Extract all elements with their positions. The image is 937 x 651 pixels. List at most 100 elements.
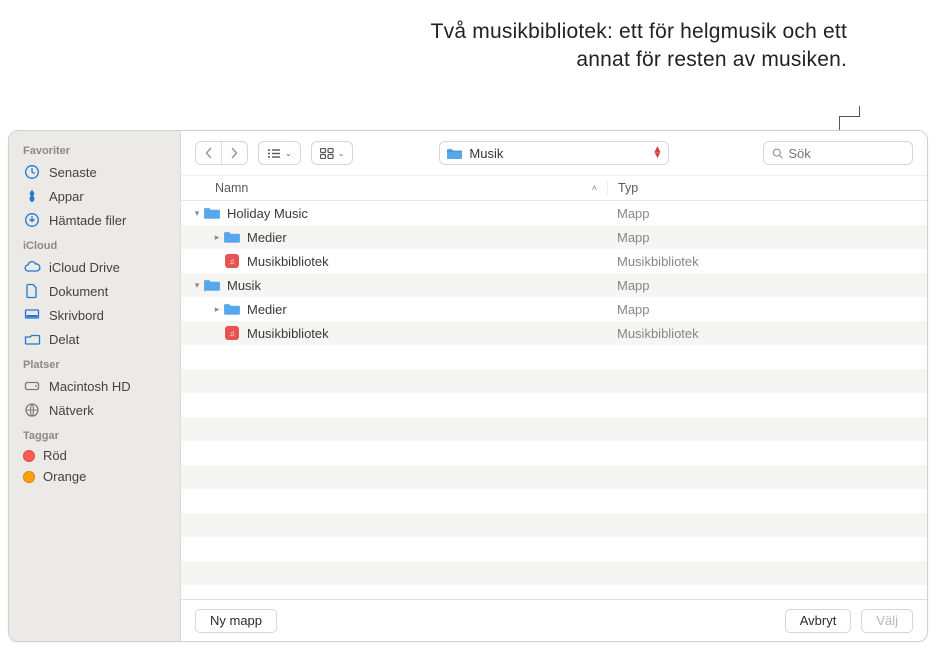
table-row[interactable]: ▸ Medier Mapp bbox=[181, 225, 927, 249]
file-name: Medier bbox=[247, 230, 287, 245]
search-box[interactable] bbox=[763, 141, 913, 165]
new-folder-button[interactable]: Ny mapp bbox=[195, 609, 277, 633]
column-header-name[interactable]: Namn ˄ bbox=[215, 181, 607, 195]
sidebar-item-skrivbord[interactable]: Skrivbord bbox=[9, 303, 180, 327]
finder-dialog: Favoriter Senaste Appar Hämtade filer iC… bbox=[8, 130, 928, 642]
column-header-type-label: Typ bbox=[618, 181, 638, 195]
dialog-footer: Ny mapp Avbryt Välj bbox=[181, 599, 927, 641]
search-input[interactable] bbox=[788, 146, 904, 161]
file-type: Musikbibliotek bbox=[607, 326, 927, 341]
sidebar-item-appar[interactable]: Appar bbox=[9, 184, 180, 208]
sidebar-item-macintosh-hd[interactable]: Macintosh HD bbox=[9, 374, 180, 398]
forward-button[interactable] bbox=[221, 142, 247, 164]
sidebar-item-tag-orange[interactable]: Orange bbox=[9, 466, 180, 487]
sidebar-item-label: Röd bbox=[43, 448, 67, 463]
sidebar-item-label: Hämtade filer bbox=[49, 213, 126, 228]
file-type: Musikbibliotek bbox=[607, 254, 927, 269]
sidebar-item-label: Macintosh HD bbox=[49, 379, 131, 394]
sidebar-item-natverk[interactable]: Nätverk bbox=[9, 398, 180, 422]
path-dropdown[interactable]: Musik ▲▼ bbox=[439, 141, 669, 165]
chevron-down-icon: ⌄ bbox=[285, 149, 292, 158]
table-row bbox=[181, 585, 927, 599]
cancel-button[interactable]: Avbryt bbox=[785, 609, 852, 633]
file-name: Holiday Music bbox=[227, 206, 308, 221]
sort-ascending-icon: ˄ bbox=[592, 183, 597, 193]
sidebar-section-platser: Platser bbox=[9, 351, 180, 374]
toolbar: ⌄ ⌄ Musik ▲▼ bbox=[181, 131, 927, 175]
tag-dot-red-icon bbox=[23, 450, 35, 462]
desktop-icon bbox=[23, 306, 41, 324]
sidebar-item-label: Orange bbox=[43, 469, 86, 484]
sidebar-section-icloud: iCloud bbox=[9, 232, 180, 255]
list-icon bbox=[267, 148, 281, 159]
table-row[interactable]: Musikbibliotek Musikbibliotek bbox=[181, 249, 927, 273]
chevron-left-icon bbox=[204, 147, 213, 159]
sidebar-item-label: Nätverk bbox=[49, 403, 94, 418]
stepper-icon: ▲▼ bbox=[653, 147, 663, 159]
column-header-row: Namn ˄ Typ bbox=[181, 175, 927, 201]
table-row bbox=[181, 465, 927, 489]
doc-icon bbox=[23, 282, 41, 300]
file-type: Mapp bbox=[607, 278, 927, 293]
folder-icon bbox=[223, 301, 241, 317]
sidebar-item-label: Appar bbox=[49, 189, 84, 204]
column-header-name-label: Namn bbox=[215, 181, 248, 195]
view-list-button[interactable]: ⌄ bbox=[258, 141, 301, 165]
tag-dot-orange-icon bbox=[23, 471, 35, 483]
disclosure-triangle-icon[interactable]: ▸ bbox=[211, 232, 223, 243]
back-button[interactable] bbox=[196, 142, 221, 164]
choose-button[interactable]: Välj bbox=[861, 609, 913, 633]
table-row bbox=[181, 513, 927, 537]
grid-icon bbox=[320, 148, 334, 159]
table-row bbox=[181, 345, 927, 369]
table-row[interactable]: ▾ Musik Mapp bbox=[181, 273, 927, 297]
file-name: Musikbibliotek bbox=[247, 254, 329, 269]
table-row[interactable]: ▾ Holiday Music Mapp bbox=[181, 201, 927, 225]
sidebar-item-hamtade-filer[interactable]: Hämtade filer bbox=[9, 208, 180, 232]
sidebar-item-label: Delat bbox=[49, 332, 79, 347]
sidebar-section-taggar: Taggar bbox=[9, 422, 180, 445]
table-row bbox=[181, 489, 927, 513]
table-row bbox=[181, 417, 927, 441]
chevron-down-icon: ⌄ bbox=[338, 149, 345, 158]
file-type: Mapp bbox=[607, 230, 927, 245]
disclosure-triangle-icon[interactable]: ▾ bbox=[191, 280, 203, 291]
file-name: Medier bbox=[247, 302, 287, 317]
table-row bbox=[181, 441, 927, 465]
apps-icon bbox=[23, 187, 41, 205]
sidebar-section-favoriter: Favoriter bbox=[9, 137, 180, 160]
search-icon bbox=[772, 147, 783, 160]
sidebar-item-tag-rod[interactable]: Röd bbox=[9, 445, 180, 466]
chevron-right-icon bbox=[230, 147, 239, 159]
table-row[interactable]: ▸ Medier Mapp bbox=[181, 297, 927, 321]
disclosure-triangle-icon[interactable]: ▸ bbox=[211, 304, 223, 315]
sidebar-item-icloud-drive[interactable]: iCloud Drive bbox=[9, 255, 180, 279]
file-name: Musikbibliotek bbox=[247, 326, 329, 341]
table-row bbox=[181, 369, 927, 393]
group-by-button[interactable]: ⌄ bbox=[311, 141, 354, 165]
callout-line bbox=[859, 106, 860, 116]
file-type: Mapp bbox=[607, 302, 927, 317]
library-icon bbox=[223, 253, 241, 269]
library-icon bbox=[223, 325, 241, 341]
table-row bbox=[181, 393, 927, 417]
main-pane: ⌄ ⌄ Musik ▲▼ bbox=[181, 131, 927, 641]
disclosure-triangle-icon[interactable]: ▾ bbox=[191, 208, 203, 219]
sidebar: Favoriter Senaste Appar Hämtade filer iC… bbox=[9, 131, 181, 641]
globe-icon bbox=[23, 401, 41, 419]
download-icon bbox=[23, 211, 41, 229]
table-row bbox=[181, 561, 927, 585]
sidebar-item-senaste[interactable]: Senaste bbox=[9, 160, 180, 184]
shared-icon bbox=[23, 330, 41, 348]
folder-icon bbox=[203, 277, 221, 293]
file-name: Musik bbox=[227, 278, 261, 293]
column-header-type[interactable]: Typ bbox=[607, 181, 927, 195]
sidebar-item-dokument[interactable]: Dokument bbox=[9, 279, 180, 303]
sidebar-item-label: Skrivbord bbox=[49, 308, 104, 323]
table-row[interactable]: Musikbibliotek Musikbibliotek bbox=[181, 321, 927, 345]
sidebar-item-delat[interactable]: Delat bbox=[9, 327, 180, 351]
file-type: Mapp bbox=[607, 206, 927, 221]
clock-icon bbox=[23, 163, 41, 181]
sidebar-item-label: Dokument bbox=[49, 284, 108, 299]
path-label: Musik bbox=[469, 146, 503, 161]
